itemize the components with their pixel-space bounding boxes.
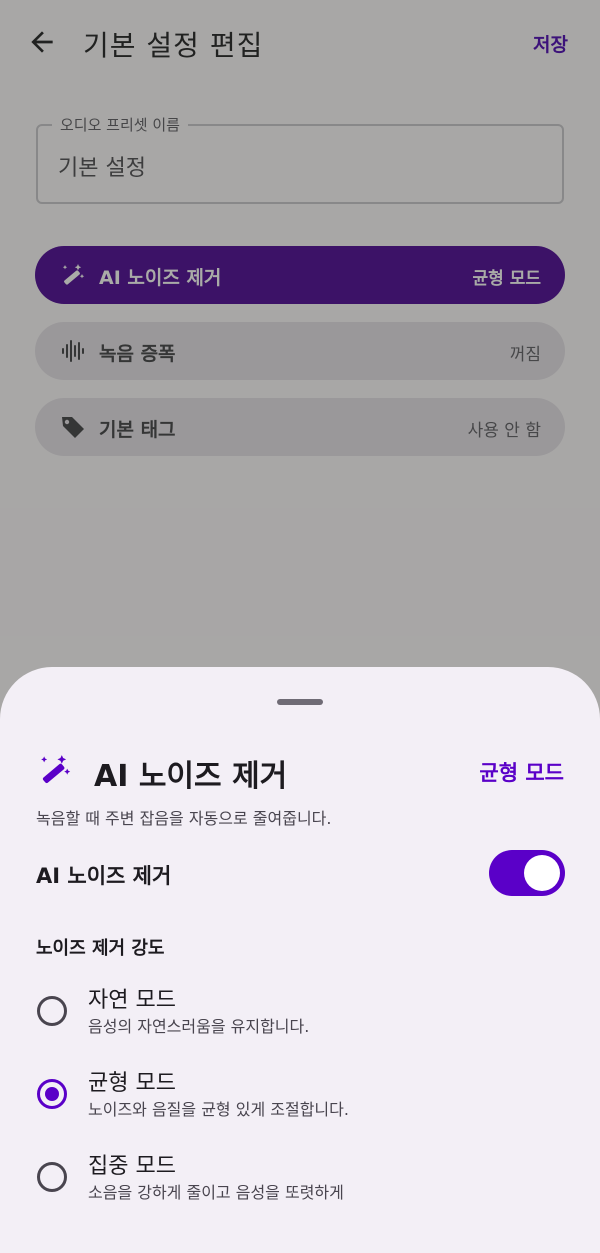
option-natural-mode[interactable]: 자연 모드 음성의 자연스러움을 유지합니다. [36,982,564,1044]
option-focus-mode[interactable]: 집중 모드 소음을 강하게 줄이고 음성을 또렷하게 [36,1148,564,1210]
radio-button-selected[interactable] [37,1079,67,1109]
option-title: 자연 모드 [88,988,176,1013]
current-mode-label: 균형 모드 [479,761,564,785]
noise-removal-bottom-sheet: AI 노이즈 제거 균형 모드 녹음할 때 주변 잡음을 자동으로 줄여줍니다.… [0,667,600,1253]
noise-removal-switch[interactable] [489,850,565,896]
sheet-title: AI 노이즈 제거 [94,759,288,794]
option-balanced-mode[interactable]: 균형 모드 노이즈와 음질을 균형 있게 조절합니다. [36,1065,564,1127]
option-title: 집중 모드 [88,1154,176,1179]
option-subtitle: 노이즈와 음질을 균형 있게 조절합니다. [88,1100,349,1119]
radio-button[interactable] [37,1162,67,1192]
option-subtitle: 소음을 강하게 줄이고 음성을 또렷하게 [88,1183,344,1202]
sheet-description: 녹음할 때 주변 잡음을 자동으로 줄여줍니다. [36,809,332,828]
strength-section-title: 노이즈 제거 강도 [36,938,165,959]
option-title: 균형 모드 [88,1071,176,1096]
drag-handle[interactable] [277,699,323,705]
radio-button[interactable] [37,996,67,1026]
magic-wand-icon [36,751,74,789]
option-subtitle: 음성의 자연스러움을 유지합니다. [88,1017,310,1036]
noise-toggle-label: AI 노이즈 제거 [36,864,172,888]
switch-knob [524,855,560,891]
